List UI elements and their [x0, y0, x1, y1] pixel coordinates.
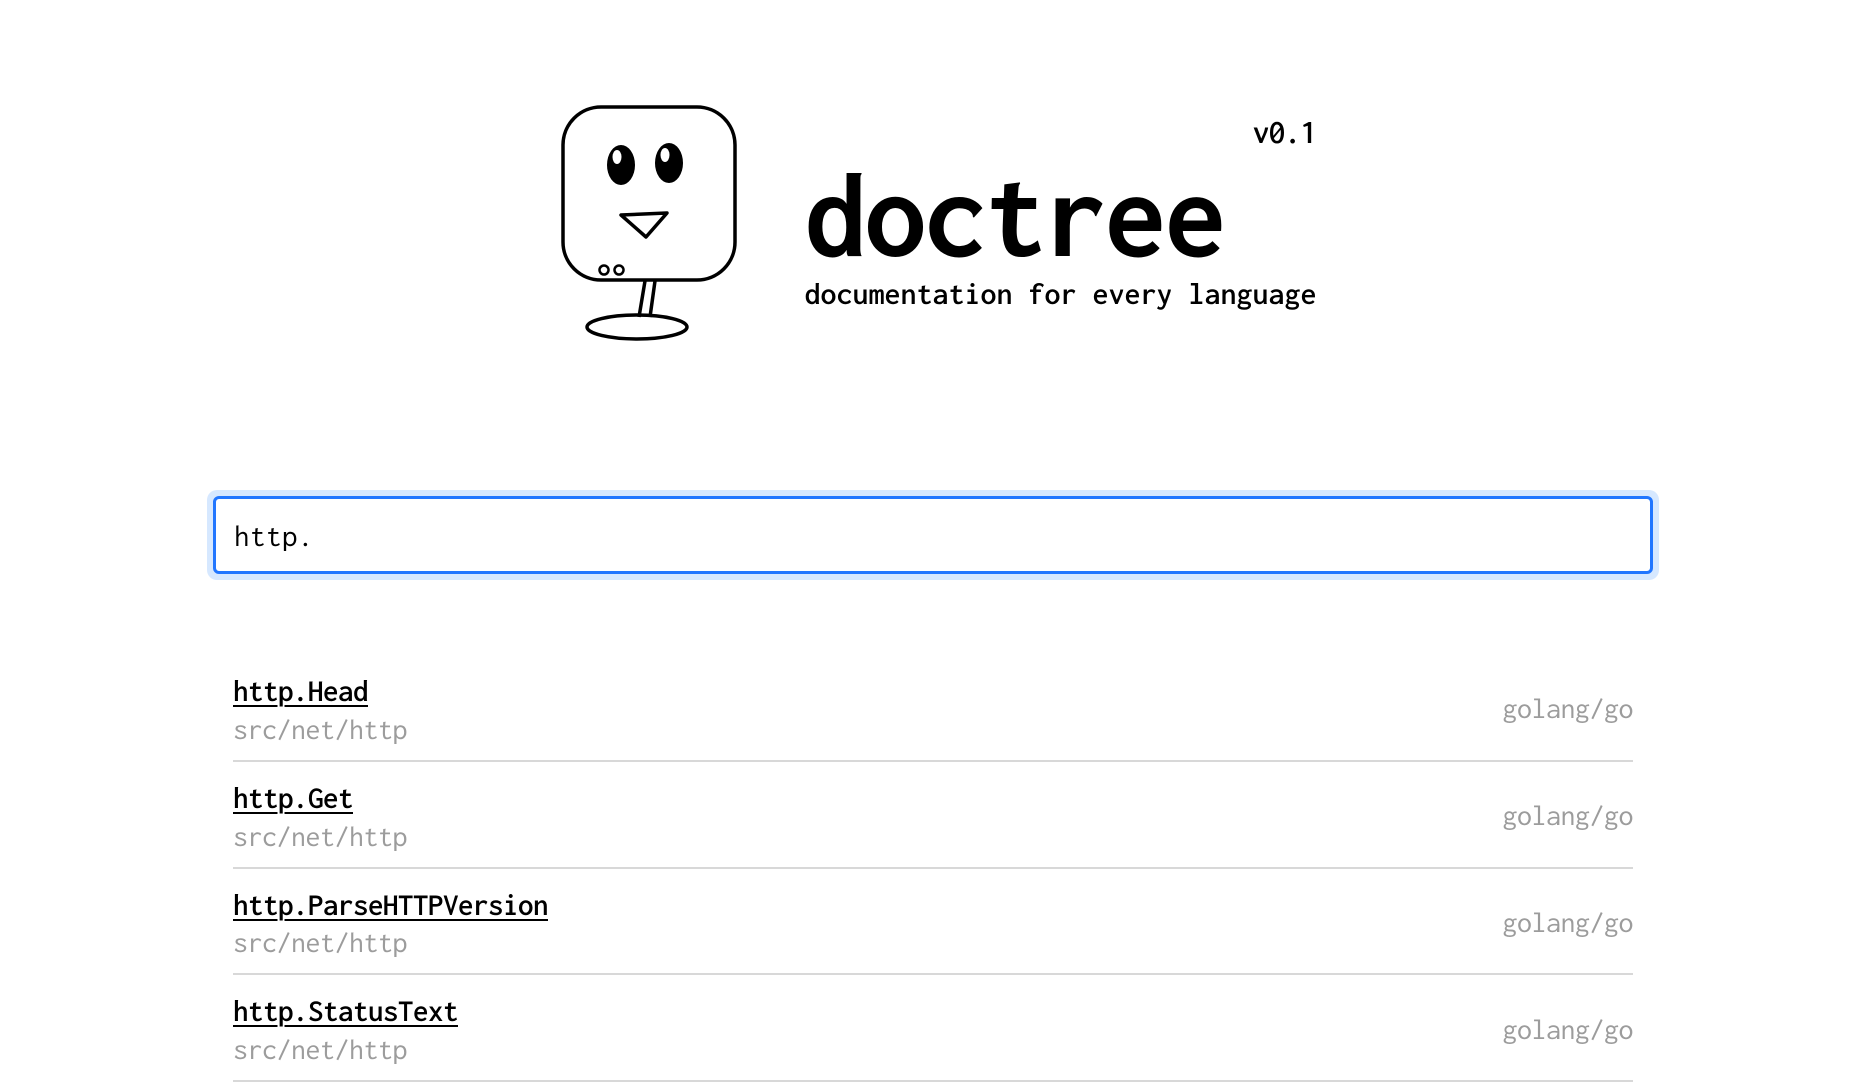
- result-name[interactable]: http.Get: [233, 779, 407, 818]
- app-subtitle: documentation for every language: [804, 278, 1316, 311]
- result-name[interactable]: http.Head: [233, 672, 407, 711]
- result-repo: golang/go: [1503, 799, 1634, 831]
- result-name[interactable]: http.StatusText: [233, 992, 458, 1031]
- result-repo: golang/go: [1503, 692, 1634, 724]
- search-input[interactable]: [213, 496, 1653, 574]
- version-label: v0.1: [1253, 115, 1317, 150]
- result-item[interactable]: http.Get src/net/http golang/go: [233, 762, 1633, 869]
- header: v0.1 doctree documentation for every lan…: [549, 95, 1316, 345]
- result-item[interactable]: http.Head src/net/http golang/go: [233, 655, 1633, 762]
- result-path: src/net/http: [233, 820, 407, 852]
- result-path: src/net/http: [233, 926, 548, 958]
- app-title: doctree: [804, 150, 1316, 280]
- result-item[interactable]: http.ParseHTTPVersion src/net/http golan…: [233, 869, 1633, 976]
- mascot-logo-icon: [549, 95, 749, 345]
- result-item[interactable]: http.StatusText src/net/http golang/go: [233, 975, 1633, 1082]
- result-path: src/net/http: [233, 1033, 458, 1065]
- results-list: http.Head src/net/http golang/go http.Ge…: [233, 655, 1633, 1082]
- result-repo: golang/go: [1503, 1013, 1634, 1045]
- search-wrapper: [207, 490, 1659, 580]
- result-name[interactable]: http.ParseHTTPVersion: [233, 886, 548, 925]
- result-path: src/net/http: [233, 713, 407, 745]
- result-repo: golang/go: [1503, 906, 1634, 938]
